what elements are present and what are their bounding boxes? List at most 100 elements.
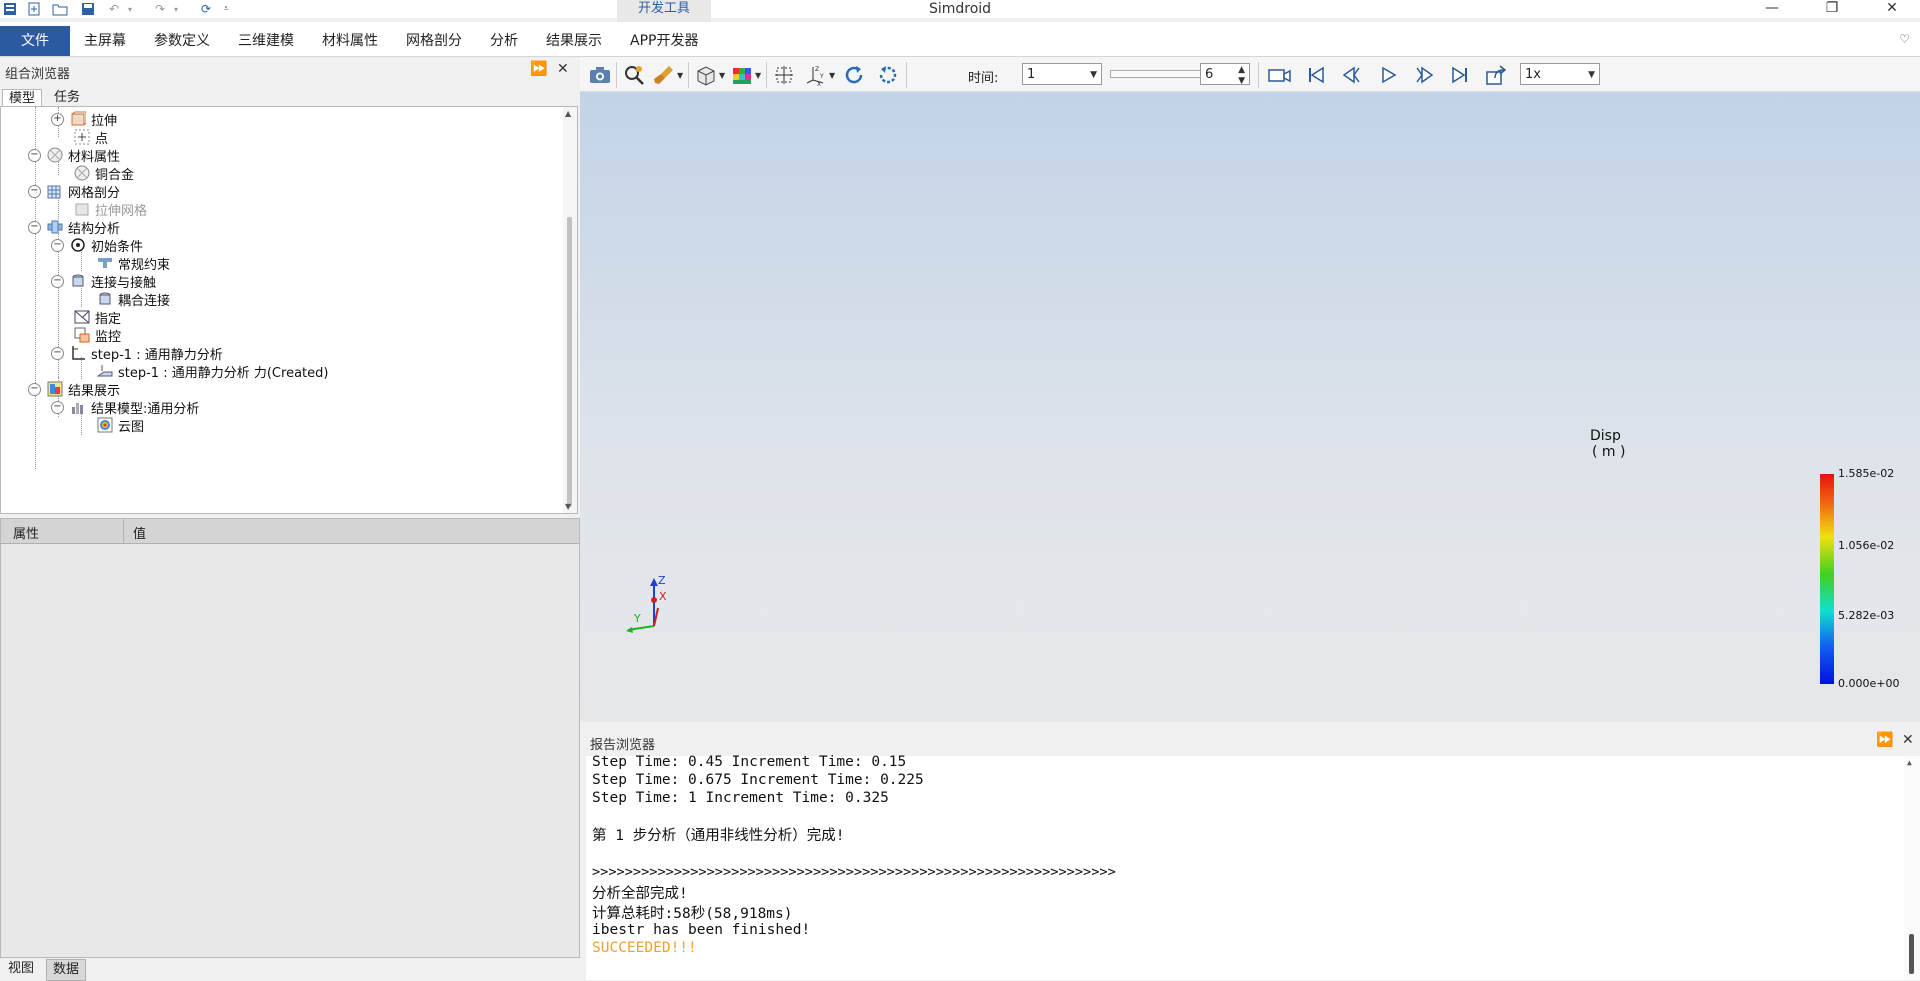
close-panel-icon[interactable]: ✕ [1902,732,1914,748]
cube-view-dropdown-icon[interactable]: ▼ [719,71,725,80]
render-mode-dropdown-icon[interactable]: ▼ [755,71,761,80]
zoom-icon[interactable] [622,63,646,87]
axes-dropdown-icon[interactable]: ▼ [829,71,835,80]
tree-node-initial-conditions[interactable]: − 初始条件 [51,235,143,255]
customize-icon[interactable]: ⩡ [218,1,234,17]
tree-node-copper-alloy[interactable]: 铜合金 [74,163,134,183]
tab-view[interactable]: 视图 [2,959,40,979]
last-frame-icon[interactable] [1448,63,1472,87]
previous-frame-icon[interactable] [1340,63,1364,87]
tree-node-connection-contact[interactable]: − 连接与接触 [51,271,156,291]
tree-node-monitor[interactable]: 监控 [74,325,121,345]
tree-node-force[interactable]: step-1 : 通用静力分析 力(Created) [96,361,328,381]
report-browser-title: 报告浏览器 [590,738,656,753]
column-property[interactable]: 属性 [13,523,39,542]
play-icon[interactable] [1376,63,1400,87]
scroll-thumb[interactable] [1909,934,1914,974]
first-frame-icon[interactable] [1304,63,1328,87]
time-select[interactable]: 1 ▼ [1022,63,1102,85]
tree-node-extrude-mesh[interactable]: 拉伸网格 [74,199,147,219]
render-mode-icon[interactable] [730,63,754,87]
collapse-icon[interactable]: − [28,184,41,198]
menu-home[interactable]: 主屏幕 [84,26,126,56]
collapse-icon[interactable]: − [28,382,41,396]
open-folder-icon[interactable] [52,1,68,17]
scroll-thumb[interactable] [567,217,572,507]
tree-node-label: 连接与接触 [91,275,157,291]
menu-mesh[interactable]: 网格剖分 [406,26,462,56]
float-panel-icon[interactable]: ⏩ [1876,732,1893,748]
menu-analysis[interactable]: 分析 [490,26,518,56]
menu-results[interactable]: 结果展示 [546,26,602,56]
3d-viewport[interactable]: Z X Y Disp ( m ) 1.585e-02 1.056e-02 5.2… [580,92,1920,722]
record-video-icon[interactable] [1268,63,1292,87]
undo-dropdown-icon[interactable]: ▾ [122,1,138,17]
reset-rotation-icon[interactable] [876,63,900,87]
undo-icon[interactable]: ↶ [106,1,122,17]
contextual-tab-devtools[interactable]: 开发工具 [617,0,711,22]
report-log[interactable]: Step Time: 0.45 Increment Time: 0.15 Ste… [586,754,1920,980]
frame-spinbox[interactable]: 6 ▲ ▼ [1200,63,1250,86]
expand-icon[interactable]: + [51,112,64,126]
tree-node-material[interactable]: − 材料属性 [28,145,120,165]
next-frame-icon[interactable] [1412,63,1436,87]
fit-view-icon[interactable] [772,63,796,87]
redo-dropdown-icon[interactable]: ▾ [168,1,184,17]
minimize-button[interactable]: — [1752,0,1792,18]
window-title: Simdroid [928,1,992,17]
collapse-icon[interactable]: − [51,238,64,252]
speed-select-value: 1x [1525,67,1541,82]
collapse-icon[interactable]: − [28,148,41,162]
collapse-icon[interactable]: − [51,274,64,288]
tree-node-point[interactable]: 点 [74,127,108,147]
float-panel-icon[interactable]: ⏩ [530,61,547,77]
brush-icon[interactable] [652,63,676,87]
tree-node-specify[interactable]: 指定 [74,307,121,327]
axes-icon[interactable]: ZYX [804,63,828,87]
tree-node-result-model[interactable]: − 结果模型:通用分析 [51,397,199,417]
menu-app-developer[interactable]: APP开发器 [630,26,698,56]
report-scrollbar[interactable]: ▲ [1904,756,1920,980]
new-icon[interactable] [26,1,42,17]
column-value[interactable]: 值 [133,523,146,542]
refresh-icon[interactable]: ⟳ [198,1,214,17]
toolbar-separator [1258,62,1259,88]
menu-3d-modeling[interactable]: 三维建模 [238,26,294,56]
menu-file[interactable]: 文件 [0,26,70,56]
restore-button[interactable]: ❐ [1812,0,1852,18]
tree-node-results[interactable]: − 结果展示 [28,379,120,399]
tree-node-constraint[interactable]: 常规约束 [97,253,170,273]
cube-view-icon[interactable] [694,63,718,87]
brush-dropdown-icon[interactable]: ▼ [677,71,683,80]
export-icon[interactable] [1484,63,1508,87]
app-icon[interactable] [2,1,18,17]
tree-node-mesh[interactable]: − 网格剖分 [28,181,120,201]
tab-data[interactable]: 数据 [46,959,87,981]
toolbar-separator [766,62,767,88]
ribbon-collapse-icon[interactable]: ♡ [1899,32,1910,46]
scroll-up-icon[interactable]: ▲ [565,109,571,118]
close-panel-icon[interactable]: ✕ [557,61,569,77]
redo-icon[interactable]: ↷ [152,1,168,17]
collapse-icon[interactable]: − [51,400,64,414]
tree-node-structural-analysis[interactable]: − 结构分析 [28,217,120,237]
save-icon[interactable] [80,1,96,17]
tree-node-step1[interactable]: − step-1 : 通用静力分析 [51,343,223,363]
menu-material[interactable]: 材料属性 [322,26,378,56]
scroll-down-icon[interactable]: ▼ [565,502,571,511]
tree-node-extrude[interactable]: + 拉伸 [51,109,117,129]
tree-scrollbar[interactable]: ▲ ▼ [563,107,577,513]
rotate-icon[interactable] [842,63,866,87]
scroll-up-icon[interactable]: ▲ [1907,758,1912,767]
speed-select[interactable]: 1x ▼ [1520,63,1600,85]
tree-node-contour[interactable]: 云图 [97,415,144,435]
spin-down-icon[interactable]: ▼ [1238,70,1245,92]
menu-parameters[interactable]: 参数定义 [154,26,210,56]
tree-node-coupling[interactable]: 耦合连接 [97,289,170,309]
collapse-icon[interactable]: − [51,346,64,360]
collapse-icon[interactable]: − [28,220,41,234]
camera-icon[interactable] [588,63,612,87]
close-button[interactable]: ✕ [1872,0,1912,18]
log-line: 分析全部完成! [592,886,688,902]
tab-tasks[interactable]: 任务 [48,89,86,107]
